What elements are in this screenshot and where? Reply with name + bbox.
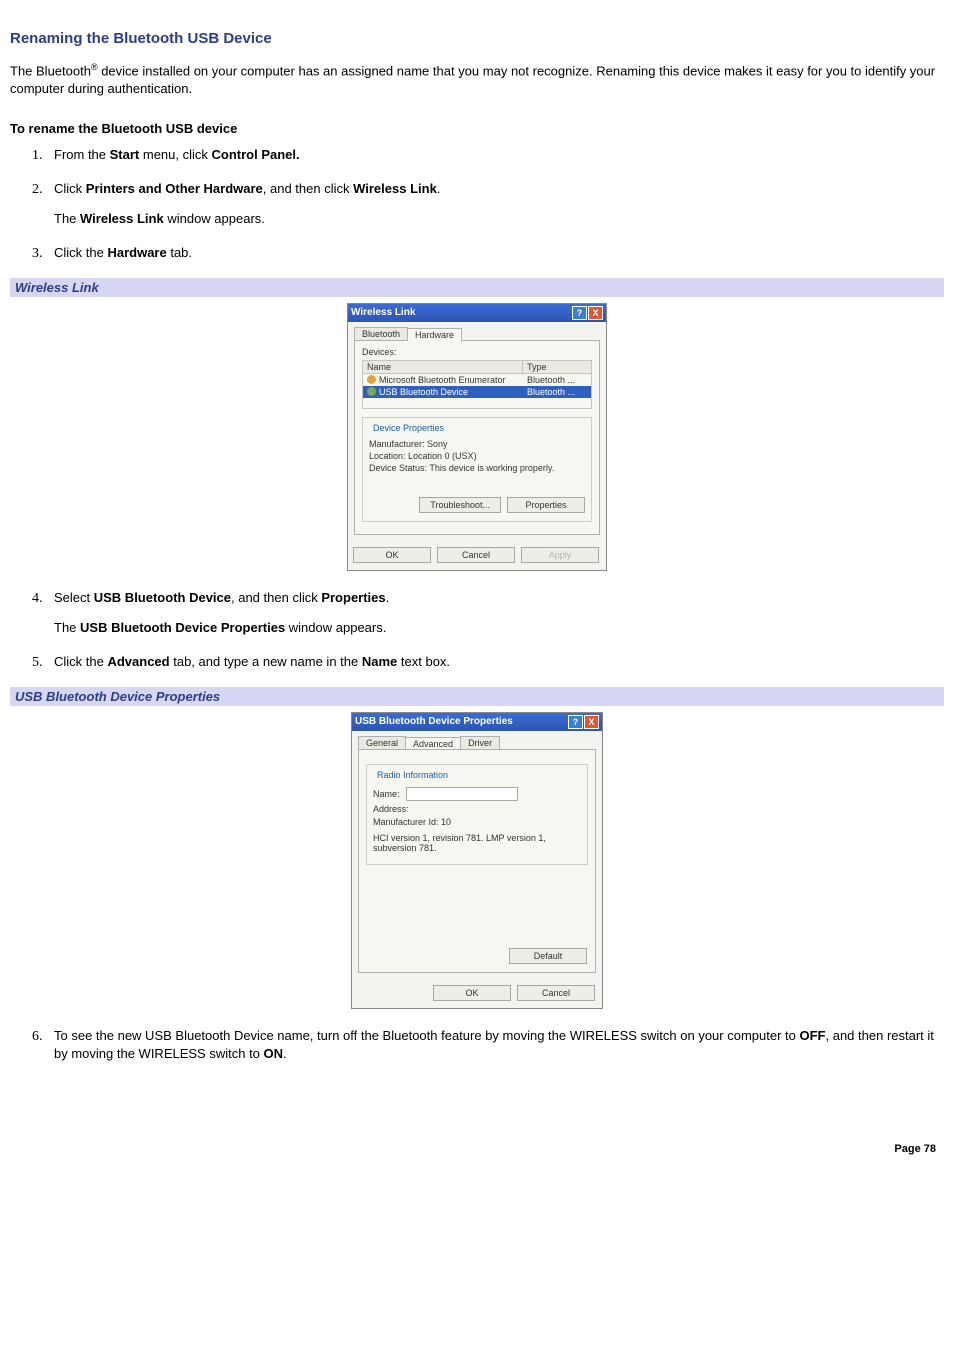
step-bold: USB Bluetooth Device Properties xyxy=(80,620,285,635)
cancel-button[interactable]: Cancel xyxy=(517,985,595,1001)
dialog-title: USB Bluetooth Device Properties xyxy=(355,716,513,727)
list-item-selected[interactable]: USB Bluetooth Device Bluetooth ... xyxy=(363,386,591,398)
step-bold: OFF xyxy=(800,1028,826,1043)
registered-mark: ® xyxy=(91,62,98,72)
tab-hardware[interactable]: Hardware xyxy=(407,328,462,341)
dialog-titlebar: USB Bluetooth Device Properties ? X xyxy=(352,713,602,731)
step-bold: Wireless Link xyxy=(353,181,437,196)
step-2: Click Printers and Other Hardware, and t… xyxy=(46,180,944,228)
step-bold: Name xyxy=(362,654,397,669)
tab-bluetooth[interactable]: Bluetooth xyxy=(354,327,408,340)
versions-line: HCI version 1, revision 781. LMP version… xyxy=(373,833,581,853)
page-heading: Renaming the Bluetooth USB Device xyxy=(10,30,944,47)
status-line: Device Status: This device is working pr… xyxy=(369,463,585,473)
close-button[interactable]: X xyxy=(584,715,599,729)
address-label: Address: xyxy=(373,804,409,814)
ok-button[interactable]: OK xyxy=(353,547,431,563)
ok-button[interactable]: OK xyxy=(433,985,511,1001)
step-text: . xyxy=(283,1046,287,1061)
device-properties-title: Device Properties xyxy=(371,423,446,433)
properties-button[interactable]: Properties xyxy=(507,497,585,513)
step-text: Select xyxy=(54,590,94,605)
device-name: USB Bluetooth Device xyxy=(379,387,468,397)
name-label: Name: xyxy=(373,789,400,799)
name-input[interactable] xyxy=(406,787,518,801)
help-button[interactable]: ? xyxy=(568,715,583,729)
step-text: tab. xyxy=(167,245,192,260)
step-text: menu, click xyxy=(139,147,211,162)
step-text: The xyxy=(54,211,80,226)
step-text: Click the xyxy=(54,654,107,669)
bluetooth-icon xyxy=(367,375,376,384)
bluetooth-icon xyxy=(367,387,376,396)
devices-label: Devices: xyxy=(362,347,592,357)
help-button[interactable]: ? xyxy=(572,306,587,320)
devices-list-header: Name Type xyxy=(362,360,592,374)
step-5: Click the Advanced tab, and type a new n… xyxy=(46,653,944,671)
step-text: , and then click xyxy=(231,590,321,605)
step-text: tab, and type a new name in the xyxy=(170,654,362,669)
list-item[interactable]: Microsoft Bluetooth Enumerator Bluetooth… xyxy=(363,374,591,386)
page-number: Page 78 xyxy=(10,1143,944,1155)
step-text: text box. xyxy=(397,654,450,669)
col-name[interactable]: Name xyxy=(363,361,523,373)
procedure-subhead: To rename the Bluetooth USB device xyxy=(10,121,944,136)
device-name: Microsoft Bluetooth Enumerator xyxy=(379,375,506,385)
step-text: Click xyxy=(54,181,86,196)
step-6: To see the new USB Bluetooth Device name… xyxy=(46,1027,944,1063)
step-bold: USB Bluetooth Device xyxy=(94,590,231,605)
tab-general[interactable]: General xyxy=(358,736,406,749)
radio-info-title: Radio Information xyxy=(375,770,450,780)
step-bold: Start xyxy=(110,147,140,162)
step-bold: Properties xyxy=(321,590,385,605)
step-text: , and then click xyxy=(263,181,353,196)
devices-list[interactable]: Microsoft Bluetooth Enumerator Bluetooth… xyxy=(362,374,592,409)
manufacturer-line: Manufacturer: Sony xyxy=(369,439,585,449)
close-button[interactable]: X xyxy=(588,306,603,320)
intro-paragraph: The Bluetooth® device installed on your … xyxy=(10,61,944,97)
col-type[interactable]: Type xyxy=(523,361,591,373)
dialog2-container: USB Bluetooth Device Properties ? X Gene… xyxy=(10,712,944,1009)
step-bold: Wireless Link xyxy=(80,211,164,226)
location-line: Location: Location 0 (USX) xyxy=(369,451,585,461)
step-1: From the Start menu, click Control Panel… xyxy=(46,146,944,164)
step-bold: Control Panel. xyxy=(212,147,300,162)
wireless-link-dialog: Wireless Link ? X Bluetooth Hardware Dev… xyxy=(347,303,607,571)
device-type: Bluetooth ... xyxy=(527,375,587,385)
step-text: From the xyxy=(54,147,110,162)
usb-bt-properties-dialog: USB Bluetooth Device Properties ? X Gene… xyxy=(351,712,603,1009)
step-text: The xyxy=(54,620,80,635)
troubleshoot-button[interactable]: Troubleshoot... xyxy=(419,497,501,513)
caption-wireless-link: Wireless Link xyxy=(10,278,944,297)
dialog-title: Wireless Link xyxy=(351,307,415,318)
step-text: window appears. xyxy=(285,620,386,635)
step-text: window appears. xyxy=(164,211,265,226)
device-type: Bluetooth ... xyxy=(527,387,587,397)
step-bold: Printers and Other Hardware xyxy=(86,181,263,196)
cancel-button[interactable]: Cancel xyxy=(437,547,515,563)
dialog1-container: Wireless Link ? X Bluetooth Hardware Dev… xyxy=(10,303,944,571)
step-4: Select USB Bluetooth Device, and then cl… xyxy=(46,589,944,637)
step-text: Click the xyxy=(54,245,107,260)
manufacturer-id-label: Manufacturer Id: 10 xyxy=(373,817,451,827)
step-bold: Hardware xyxy=(107,245,166,260)
step-bold: Advanced xyxy=(107,654,169,669)
default-button[interactable]: Default xyxy=(509,948,587,964)
caption-usb-bt-props: USB Bluetooth Device Properties xyxy=(10,687,944,706)
step-text: To see the new USB Bluetooth Device name… xyxy=(54,1028,800,1043)
step-text: . xyxy=(437,181,441,196)
dialog-titlebar: Wireless Link ? X xyxy=(348,304,606,322)
apply-button: Apply xyxy=(521,547,599,563)
tab-driver[interactable]: Driver xyxy=(460,736,500,749)
step-bold: ON xyxy=(264,1046,284,1061)
step-3: Click the Hardware tab. xyxy=(46,244,944,262)
intro-text-post: device installed on your computer has an… xyxy=(10,63,935,96)
step-text: . xyxy=(386,590,390,605)
intro-text-pre: The Bluetooth xyxy=(10,63,91,78)
